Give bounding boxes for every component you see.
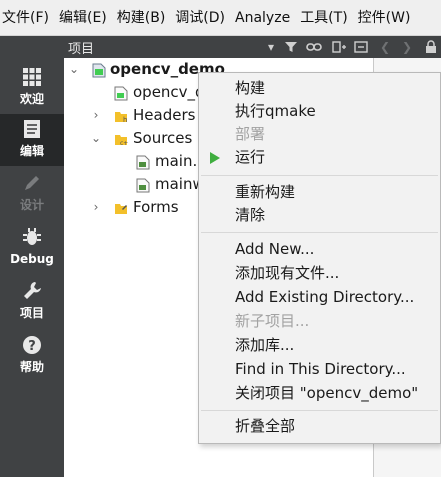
tree-item-label: opencv_d: [133, 83, 205, 101]
tree-item-label: Forms: [133, 198, 179, 216]
close-pane-icon[interactable]: [352, 38, 370, 56]
mode-label: 编辑: [19, 144, 44, 158]
mode-sidebar: 欢迎 编辑 设计 Debug 项目 ? 帮助: [0, 36, 64, 477]
menu-item-add-existing-files[interactable]: 添加现有文件...: [235, 262, 339, 285]
menu-item-new-subproject: 新子项目...: [235, 312, 310, 330]
menu-edit[interactable]: 编辑(E): [57, 0, 115, 35]
tree-item-label: Headers: [133, 106, 196, 124]
forward-arrow-icon[interactable]: ❯: [400, 38, 414, 56]
qt-project-icon: [92, 62, 106, 78]
collapsed-arrow-icon[interactable]: ›: [90, 104, 102, 127]
menu-bar: 文件(F) 编辑(E) 构建(B) 调试(D) Analyze 工具(T) 控件…: [0, 0, 441, 36]
menu-item-deploy: 部署: [235, 125, 266, 143]
view-dropdown-arrow-icon[interactable]: ▾: [264, 38, 278, 56]
mode-help[interactable]: ? 帮助: [0, 330, 64, 382]
sources-folder-icon: c++: [114, 131, 133, 147]
menu-separator: [201, 410, 438, 411]
menu-analyze[interactable]: Analyze: [233, 0, 298, 35]
context-menu: 构建 执行qmake 部署 运行 重新构建 清除 Add New... 添加现有…: [198, 72, 441, 444]
menu-item-find-in-directory[interactable]: Find in This Directory...: [235, 358, 406, 381]
menu-item-build[interactable]: 构建: [235, 77, 265, 100]
split-icon[interactable]: [330, 38, 348, 56]
cpp-file-icon: [136, 177, 150, 193]
mode-label: 项目: [19, 306, 44, 320]
mode-debug[interactable]: Debug: [0, 222, 64, 274]
back-arrow-icon[interactable]: ❮: [378, 38, 392, 56]
tree-item-label: Sources: [133, 129, 193, 147]
menu-debug[interactable]: 调试(D): [173, 0, 233, 35]
link-icon[interactable]: [304, 38, 324, 56]
cpp-file-icon: [136, 154, 150, 170]
projects-pane-header: 项目 ▾ ❮ ❯: [64, 36, 441, 58]
menu-file[interactable]: 文件(F): [0, 0, 57, 35]
mode-design[interactable]: 设计: [0, 168, 64, 220]
bug-icon: [0, 227, 64, 251]
svg-text:c++: c++: [120, 140, 128, 147]
grid-icon: [0, 67, 64, 91]
menu-item-run-qmake[interactable]: 执行qmake: [235, 100, 316, 123]
document-icon: [0, 119, 64, 143]
menu-item-rebuild[interactable]: 重新构建: [235, 181, 295, 204]
mode-projects[interactable]: 项目: [0, 276, 64, 328]
mode-label: 帮助: [19, 360, 44, 374]
mode-label: 欢迎: [19, 92, 44, 106]
menu-item-clean[interactable]: 清除: [235, 204, 265, 227]
menu-item-run[interactable]: 运行: [235, 146, 265, 169]
run-icon: [210, 152, 220, 164]
collapsed-arrow-icon[interactable]: ›: [90, 196, 102, 219]
pro-file-icon: [114, 85, 128, 101]
pencil-icon: [0, 173, 64, 197]
menu-item-add-new[interactable]: Add New...: [235, 238, 314, 261]
svg-text:h: h: [123, 116, 127, 124]
filter-icon[interactable]: [282, 38, 300, 56]
mode-label: Debug: [10, 252, 54, 266]
help-icon: ?: [0, 335, 64, 359]
mode-welcome[interactable]: 欢迎: [0, 62, 64, 114]
menu-separator: [201, 232, 438, 233]
menu-build[interactable]: 构建(B): [115, 0, 174, 35]
menu-item-add-existing-directory[interactable]: Add Existing Directory...: [235, 286, 414, 309]
mode-edit[interactable]: 编辑: [0, 114, 64, 166]
lock-icon[interactable]: [422, 38, 440, 56]
menu-tools[interactable]: 工具(T): [298, 0, 355, 35]
menu-item-collapse-all[interactable]: 折叠全部: [235, 415, 295, 438]
menu-item-add-library[interactable]: 添加库...: [235, 334, 294, 357]
menu-separator: [201, 175, 438, 176]
menu-widgets[interactable]: 控件(W): [356, 0, 419, 35]
projects-pane-title: 项目: [68, 42, 95, 57]
wrench-icon: [0, 281, 64, 305]
menu-item-close-project[interactable]: 关闭项目 "opencv_demo": [235, 382, 418, 405]
headers-folder-icon: h: [114, 108, 128, 124]
mode-label: 设计: [19, 198, 44, 212]
menu-item-run-row[interactable]: 运行: [199, 146, 440, 169]
expanded-arrow-icon[interactable]: ⌄: [68, 58, 80, 81]
forms-folder-icon: [114, 200, 128, 215]
svg-text:?: ?: [28, 339, 36, 354]
expanded-arrow-icon[interactable]: ⌄: [90, 127, 102, 150]
